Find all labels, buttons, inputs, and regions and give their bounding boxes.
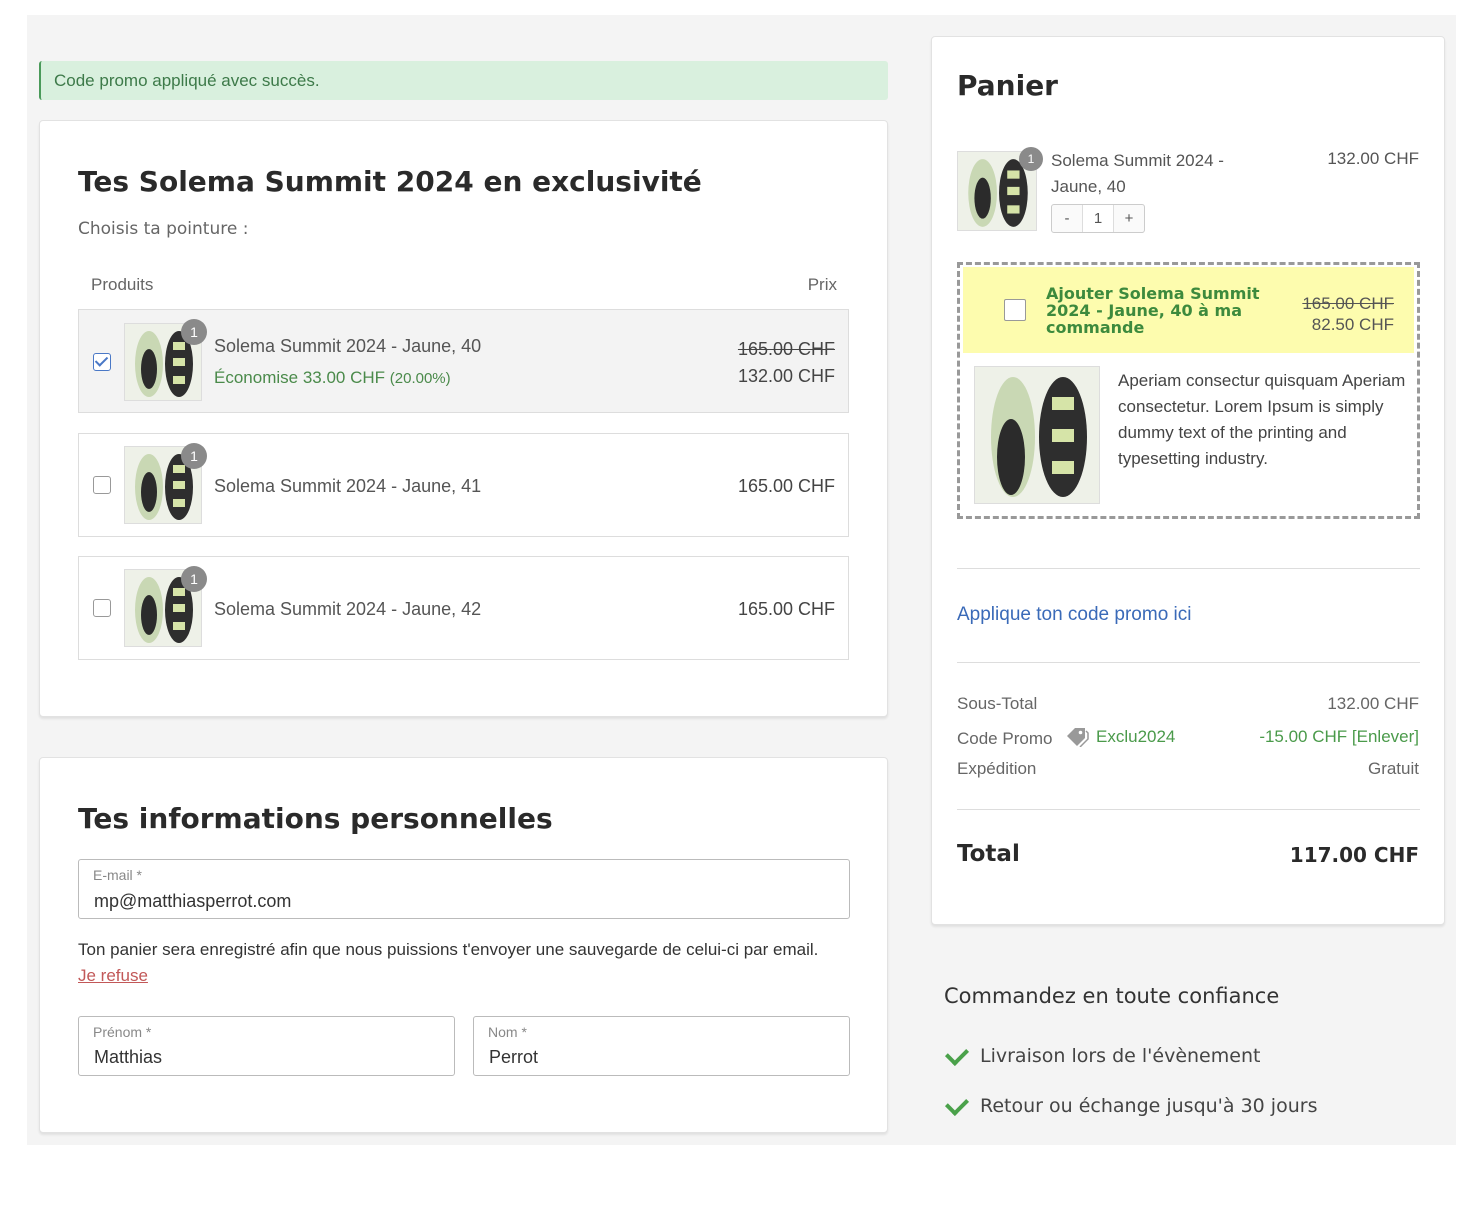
product-name: Solema Summit 2024 - Jaune, 40 [214, 336, 482, 356]
firstname-label: Prénom * [93, 1024, 152, 1040]
old-price: 165.00 CHF [737, 339, 835, 359]
product-name: Solema Summit 2024 - Jaune, 42 [214, 599, 482, 619]
product-row-42[interactable]: 1 Solema Summit 2024 - Jaune, 42 165.00 … [78, 556, 849, 660]
quantity-stepper[interactable]: - 1 + [1051, 204, 1145, 233]
decrease-button[interactable]: - [1052, 205, 1082, 232]
checkbox-icon[interactable] [93, 476, 111, 494]
total-value: 117.00 CHF [1289, 843, 1419, 867]
increase-button[interactable]: + [1114, 205, 1144, 232]
email-label: E-mail * [93, 867, 143, 883]
product-price: 165.00 CHF [737, 599, 835, 619]
total-label: Total [957, 841, 1020, 867]
shipping-value: Gratuit [1367, 759, 1419, 778]
refuse-link[interactable]: Je refuse [78, 966, 148, 986]
checkbox-icon[interactable] [93, 353, 111, 371]
cart-item-name: Solema Summit 2024 - Jaune, 40 [1051, 151, 1224, 196]
promo-discount-remove[interactable]: -15.00 CHF [Enlever] [1259, 727, 1419, 747]
tag-icon [1067, 728, 1089, 747]
promo-code-link[interactable]: Applique ton code promo ici [957, 604, 1191, 626]
product-row-41[interactable]: 1 Solema Summit 2024 - Jaune, 41 165.00 … [78, 433, 849, 537]
promo-success-alert: Code promo appliqué avec succès. [39, 61, 888, 100]
quantity-badge: 1 [181, 566, 207, 592]
products-title: Tes Solema Summit 2024 en exclusivité [78, 165, 702, 198]
upsell-description: Aperiam consectur quisquam Aperiam conse… [1118, 371, 1406, 468]
upsell-box: Ajouter Solema Summit 2024 - Jaune, 40 à… [957, 262, 1420, 519]
product-row-40[interactable]: 1 Solema Summit 2024 - Jaune, 40 Économi… [78, 309, 849, 413]
product-price: 165.00 CHF [737, 476, 835, 496]
subtotal-label: Sous-Total [957, 694, 1038, 713]
trust-item-label: Retour ou échange jusqu'à 30 jours [980, 1095, 1318, 1117]
product-price: 132.00 CHF [737, 366, 835, 386]
promo-code-value: Exclu2024 [1096, 727, 1176, 746]
size-subtitle: Choisis ta pointure : [78, 219, 249, 239]
divider [957, 662, 1420, 663]
trust-title: Commandez en toute confiance [944, 984, 1280, 1008]
col-header-products: Produits [91, 275, 154, 294]
personal-info-title: Tes informations personnelles [78, 802, 553, 835]
cart-card: Panier 1 Solema Summit 2024 - Jaune, 40 … [931, 36, 1445, 925]
subtotal-value: 132.00 CHF [1327, 694, 1419, 713]
quantity-badge: 1 [1019, 147, 1043, 171]
divider [957, 809, 1420, 810]
cart-title: Panier [957, 69, 1058, 102]
lastname-label: Nom * [488, 1024, 527, 1040]
cart-save-note: Ton panier sera enregistré afin que nous… [78, 940, 819, 959]
quantity-badge: 1 [181, 443, 207, 469]
email-field[interactable]: E-mail * mp@matthiasperrot.com [78, 859, 850, 919]
email-value: mp@matthiasperrot.com [94, 891, 292, 911]
upsell-header: Ajouter Solema Summit 2024 - Jaune, 40 à… [963, 267, 1414, 353]
col-header-price: Prix [807, 275, 837, 294]
lastname-field[interactable]: Nom * Perrot [473, 1016, 850, 1076]
upsell-price: 82.50 CHF [1311, 315, 1394, 334]
divider [957, 568, 1420, 569]
firstname-value: Matthias [94, 1047, 163, 1067]
cart-item-price: 132.00 CHF [1327, 149, 1419, 168]
check-icon [944, 1041, 970, 1067]
shipping-label: Expédition [957, 759, 1037, 778]
saving-text: Économise 33.00 CHF (20.00%) [214, 368, 451, 387]
trust-item-delivery: Livraison lors de l'évènement [944, 1041, 1261, 1067]
trust-item-return: Retour ou échange jusqu'à 30 jours [944, 1091, 1318, 1117]
upsell-image [974, 366, 1100, 504]
product-name: Solema Summit 2024 - Jaune, 41 [214, 476, 482, 496]
personal-info-card: Tes informations personnelles E-mail * m… [39, 757, 888, 1133]
check-icon [944, 1091, 970, 1117]
checkbox-icon[interactable] [93, 599, 111, 617]
products-card: Tes Solema Summit 2024 en exclusivité Ch… [39, 120, 888, 717]
upsell-old-price: 165.00 CHF [1302, 294, 1394, 313]
trust-item-label: Livraison lors de l'évènement [980, 1045, 1261, 1067]
quantity-badge: 1 [181, 319, 207, 345]
firstname-field[interactable]: Prénom * Matthias [78, 1016, 455, 1076]
quantity-value[interactable]: 1 [1082, 205, 1114, 232]
upsell-checkbox[interactable] [1004, 299, 1026, 321]
promo-label: Code Promo [957, 729, 1053, 748]
upsell-title[interactable]: Ajouter Solema Summit 2024 - Jaune, 40 à… [1046, 285, 1261, 336]
lastname-value: Perrot [489, 1047, 539, 1067]
